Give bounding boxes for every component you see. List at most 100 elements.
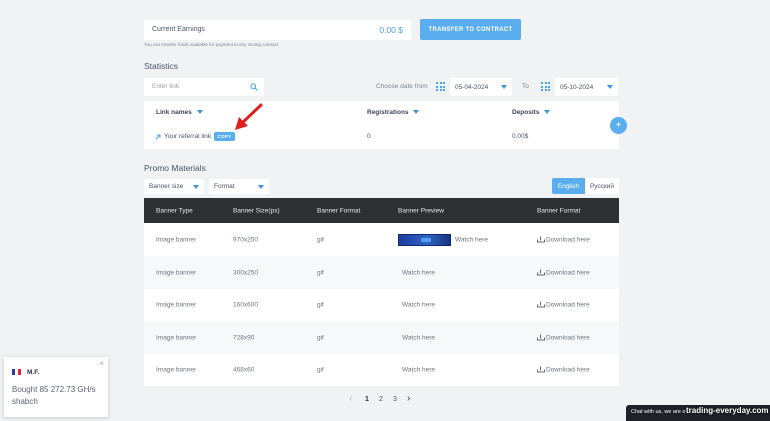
banner-size-cell: 970x250 bbox=[233, 236, 258, 243]
next-page-button[interactable]: › bbox=[407, 393, 410, 404]
download-icon bbox=[537, 301, 545, 308]
search-icon[interactable] bbox=[250, 83, 258, 91]
download-label: Download here bbox=[546, 366, 590, 374]
banner-type-cell: Image banner bbox=[156, 334, 197, 341]
watermark-logo: trading-everyday.com bbox=[686, 406, 769, 415]
chevron-down-icon bbox=[196, 110, 203, 115]
notification-text-line1: Bought 85 272.73 GH/s bbox=[12, 385, 96, 394]
watch-here-link[interactable]: Watch here bbox=[402, 269, 435, 276]
search-link-input[interactable]: Enter link bbox=[144, 78, 264, 96]
banner-format-cell: gif bbox=[317, 366, 324, 374]
language-english-button[interactable]: English bbox=[552, 178, 585, 194]
download-here-link[interactable]: Download here bbox=[537, 269, 590, 276]
table-row: Image banner 468x60 gif Watch here Downl… bbox=[144, 354, 619, 386]
download-here-link[interactable]: Download here bbox=[537, 334, 590, 341]
search-placeholder: Enter link bbox=[152, 83, 180, 90]
banner-type-cell: Image banner bbox=[156, 366, 197, 374]
column-link-names-label: Link names bbox=[156, 109, 192, 116]
column-registrations-label: Registrations bbox=[367, 109, 409, 116]
earnings-value: 0.00 $ bbox=[379, 25, 403, 35]
copy-button[interactable]: COPY bbox=[214, 132, 235, 141]
date-from-select[interactable]: 05-04-2024 bbox=[450, 78, 512, 96]
banner-size-cell: 160x600 bbox=[233, 301, 258, 309]
date-from-label: Choose date from bbox=[376, 83, 428, 90]
banner-size-cell: 300x250 bbox=[233, 269, 258, 276]
download-icon bbox=[537, 366, 545, 373]
promo-table-header: Banner Type Banner Size(px) Banner Forma… bbox=[144, 198, 619, 223]
banner-type-cell: Image banner bbox=[156, 269, 197, 276]
calendar-icon[interactable] bbox=[436, 82, 445, 91]
watch-here-link[interactable]: Watch here bbox=[402, 367, 435, 374]
chevron-down-icon bbox=[607, 85, 613, 89]
statistics-title: Statistics bbox=[144, 61, 179, 71]
banner-format-cell: gif bbox=[317, 301, 324, 309]
download-label: Download here bbox=[546, 236, 590, 243]
banner-size-label: Banner size bbox=[149, 183, 184, 190]
date-to-label: To bbox=[522, 83, 529, 90]
notification-text-line2: shabch bbox=[12, 397, 38, 406]
format-select[interactable]: Format bbox=[209, 179, 269, 194]
page-1[interactable]: 1 bbox=[365, 396, 369, 403]
thumbnail-decor bbox=[421, 238, 431, 242]
chevron-down-icon bbox=[258, 184, 264, 189]
banner-format-cell: gif bbox=[317, 236, 324, 243]
registrations-value: 0 bbox=[367, 133, 371, 140]
column-deposits[interactable]: Deposits bbox=[512, 109, 551, 116]
plus-icon: + bbox=[615, 120, 622, 131]
close-icon[interactable]: × bbox=[99, 359, 104, 368]
banner-format-cell: gif bbox=[317, 269, 324, 276]
header-banner-size: Banner Size(px) bbox=[233, 207, 280, 214]
download-label: Download here bbox=[546, 269, 590, 276]
transfer-to-contract-button[interactable]: TRANSFER TO CONTRACT bbox=[420, 19, 521, 40]
download-here-link[interactable]: Download here bbox=[537, 236, 590, 243]
promo-title: Promo Materials bbox=[144, 163, 206, 173]
watch-here-link[interactable]: Watch here bbox=[455, 236, 488, 243]
earnings-box: Current Earnings 0.00 $ bbox=[144, 20, 411, 40]
date-from-value: 05-04-2024 bbox=[455, 83, 489, 91]
banner-size-select[interactable]: Banner size bbox=[144, 179, 204, 194]
banner-type-cell: Image banner bbox=[156, 236, 197, 243]
chevron-down-icon bbox=[544, 110, 551, 115]
banner-size-cell: 468x60 bbox=[233, 366, 255, 374]
purchase-notification: × M.F. Bought 85 272.73 GH/s shabch bbox=[4, 357, 108, 417]
download-here-link[interactable]: Download here bbox=[537, 302, 590, 309]
page-3[interactable]: 3 bbox=[393, 396, 397, 403]
deposits-value: 0.00$ bbox=[512, 133, 529, 140]
table-row: Image banner 300x250 gif Watch here Down… bbox=[144, 256, 619, 289]
chevron-down-icon bbox=[193, 184, 199, 189]
column-link-names[interactable]: Link names bbox=[156, 109, 203, 116]
watch-here-link[interactable]: Watch here bbox=[402, 334, 435, 341]
table-row: Image banner 728x90 gif Watch here Downl… bbox=[144, 321, 619, 354]
column-deposits-label: Deposits bbox=[512, 109, 540, 116]
prev-page-button[interactable]: ‹ bbox=[349, 393, 352, 404]
header-banner-download-format: Banner Format bbox=[537, 207, 581, 214]
page-2[interactable]: 2 bbox=[379, 396, 383, 403]
add-link-button[interactable]: + bbox=[610, 117, 627, 134]
header-banner-type: Banner Type bbox=[156, 207, 193, 214]
chevron-down-icon bbox=[413, 110, 420, 115]
header-banner-preview: Banner Preview bbox=[398, 207, 444, 214]
earnings-label: Current Earnings bbox=[152, 26, 205, 33]
red-arrow-annotation-icon bbox=[235, 103, 263, 130]
banner-size-cell: 728x90 bbox=[233, 334, 255, 341]
language-russian-button[interactable]: Русский bbox=[585, 178, 619, 194]
statistics-table: Link names Registrations Deposits Your r… bbox=[144, 101, 619, 149]
download-here-link[interactable]: Download here bbox=[537, 367, 590, 374]
earnings-note: You can transfer funds available for pay… bbox=[144, 42, 279, 47]
diagonal-arrow-icon bbox=[155, 134, 161, 140]
france-flag-icon bbox=[12, 369, 21, 375]
calendar-icon[interactable] bbox=[541, 82, 550, 91]
download-label: Download here bbox=[546, 334, 590, 341]
column-registrations[interactable]: Registrations bbox=[367, 109, 420, 116]
date-to-value: 05-10-2024 bbox=[560, 83, 594, 91]
banner-thumbnail[interactable] bbox=[398, 234, 451, 246]
watch-here-link[interactable]: Watch here bbox=[402, 302, 435, 309]
download-icon bbox=[537, 236, 545, 243]
referral-link-label: Your referral link bbox=[164, 133, 212, 140]
date-to-select[interactable]: 05-10-2024 bbox=[555, 78, 618, 96]
buyer-name: M.F. bbox=[27, 369, 40, 376]
table-row: Image banner 160x600 gif Watch here Down… bbox=[144, 289, 619, 321]
banner-type-cell: Image banner bbox=[156, 301, 197, 309]
header-banner-format: Banner Format bbox=[317, 207, 361, 214]
table-row: Image banner 970x250 gif Watch here Down… bbox=[144, 223, 619, 256]
